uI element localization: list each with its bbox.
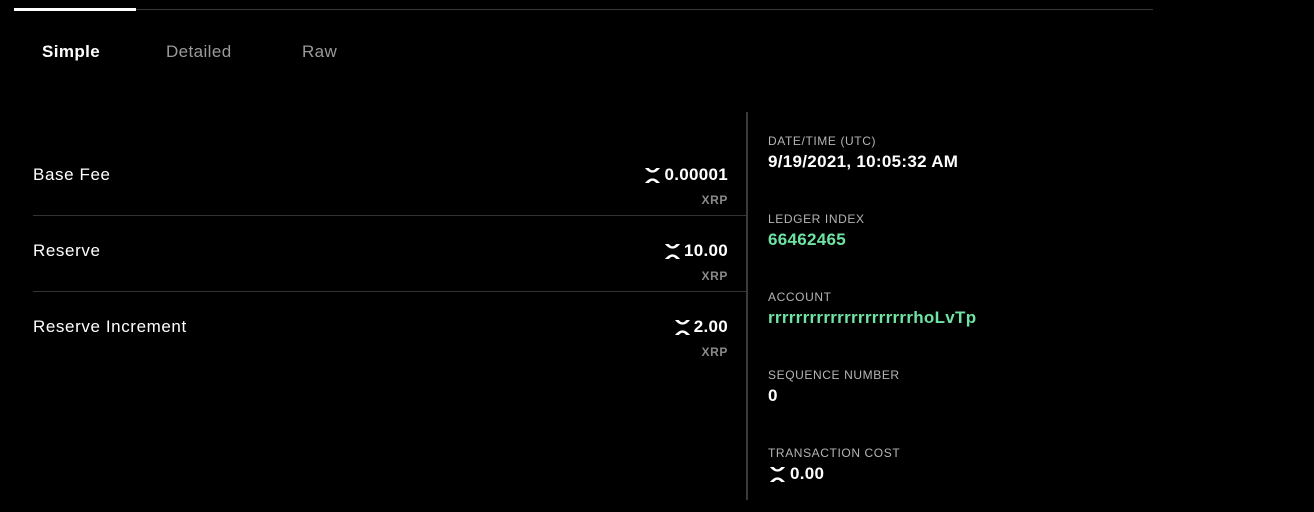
ledger-index-link[interactable]: 66462465 <box>768 230 1168 250</box>
datetime-detail: DATE/TIME (UTC) 9/19/2021, 10:05:32 AM <box>768 134 1168 212</box>
xrp-icon <box>673 319 692 336</box>
reserve-increment-value: 2.00 <box>693 317 728 336</box>
tab-simple[interactable]: Simple <box>42 42 166 62</box>
reserve-increment-currency: XRP <box>701 345 728 359</box>
xrp-icon <box>768 466 787 483</box>
datetime-value: 9/19/2021, 10:05:32 AM <box>768 152 959 171</box>
active-tab-indicator <box>14 8 136 11</box>
transaction-details: DATE/TIME (UTC) 9/19/2021, 10:05:32 AM L… <box>768 134 1168 512</box>
fee-settings-table: Base Fee 0.00001 XRP Reserve 10.00 XRP R… <box>33 140 747 367</box>
vertical-divider <box>746 112 748 500</box>
sequence-number-value: 0 <box>768 386 778 405</box>
transaction-cost-value: 0.00 <box>790 464 825 483</box>
sequence-number-detail: SEQUENCE NUMBER 0 <box>768 368 1168 446</box>
reserve-increment-amount: 2.00 <box>673 317 728 337</box>
transaction-cost-detail: TRANSACTION COST 0.00 <box>768 446 1168 512</box>
tab-bar-rule <box>14 9 1153 10</box>
reserve-value: 10.00 <box>683 241 728 260</box>
datetime-label: DATE/TIME (UTC) <box>768 134 877 148</box>
table-row: Base Fee 0.00001 XRP <box>33 140 747 216</box>
reserve-amount: 10.00 <box>663 241 728 261</box>
reserve-increment-label: Reserve Increment <box>33 317 187 336</box>
tab-raw[interactable]: Raw <box>302 42 337 62</box>
tab-bar: Simple Detailed Raw <box>42 42 337 62</box>
base-fee-label: Base Fee <box>33 165 111 184</box>
base-fee-amount: 0.00001 <box>643 165 728 185</box>
transaction-cost-label: TRANSACTION COST <box>768 446 901 460</box>
transaction-cost-amount: 0.00 <box>768 464 1168 484</box>
ledger-index-detail: LEDGER INDEX 66462465 <box>768 212 1168 290</box>
account-link[interactable]: rrrrrrrrrrrrrrrrrrrrrhoLvTp <box>768 308 1168 328</box>
account-label: ACCOUNT <box>768 290 832 304</box>
xrp-icon <box>663 243 682 260</box>
reserve-currency: XRP <box>701 269 728 283</box>
reserve-label: Reserve <box>33 241 101 260</box>
tab-detailed[interactable]: Detailed <box>166 42 302 62</box>
ledger-index-label: LEDGER INDEX <box>768 212 865 226</box>
account-detail: ACCOUNT rrrrrrrrrrrrrrrrrrrrrhoLvTp <box>768 290 1168 368</box>
transaction-detail-page: Simple Detailed Raw Base Fee 0.00001 XRP… <box>0 0 1314 512</box>
table-row: Reserve Increment 2.00 XRP <box>33 292 747 367</box>
table-row: Reserve 10.00 XRP <box>33 216 747 292</box>
base-fee-value: 0.00001 <box>664 165 728 184</box>
xrp-icon <box>643 167 662 184</box>
sequence-number-label: SEQUENCE NUMBER <box>768 368 900 382</box>
base-fee-currency: XRP <box>701 193 728 207</box>
